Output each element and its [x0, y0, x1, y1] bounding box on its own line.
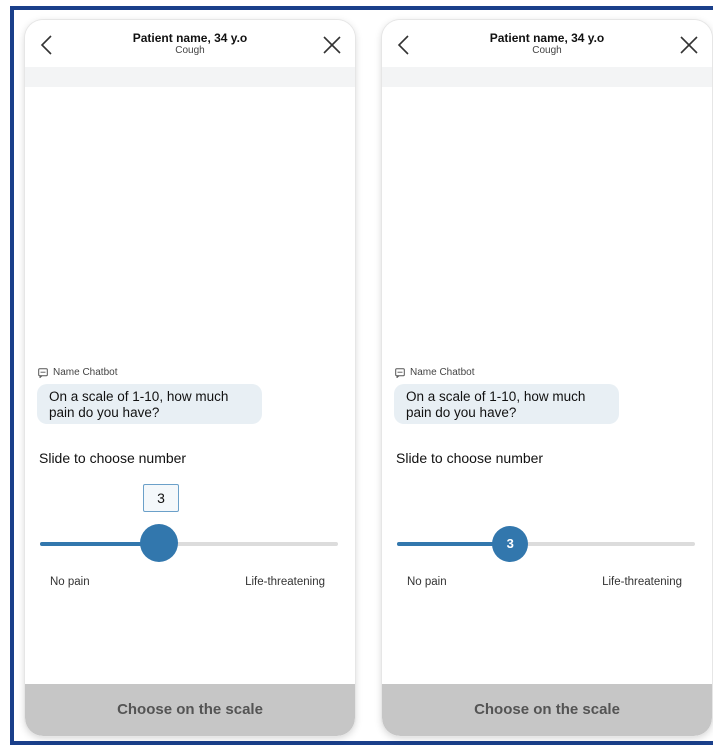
slider-track[interactable]: [397, 542, 695, 546]
back-button[interactable]: [394, 34, 414, 56]
slider-prompt: Slide to choose number: [39, 450, 187, 466]
header-bar: Patient name, 34 y.o Cough: [25, 20, 355, 66]
chat-sender-name: Name Chatbot: [410, 367, 475, 378]
close-button[interactable]: [321, 34, 343, 56]
header-bar: Patient name, 34 y.o Cough: [382, 20, 712, 66]
scale-max-label: Life-threatening: [245, 576, 325, 588]
scale-min-label: No pain: [407, 576, 447, 588]
patient-subtitle: Cough: [175, 45, 205, 56]
chat-sender: Name Chatbot: [395, 367, 474, 378]
back-button[interactable]: [37, 34, 57, 56]
slider-track[interactable]: [40, 542, 338, 546]
chevron-left-icon: [40, 35, 52, 55]
scale-min-label: No pain: [50, 576, 90, 588]
close-button[interactable]: [678, 34, 700, 56]
chatbot-icon: [395, 367, 405, 378]
chat-bubble: On a scale of 1-10, how much pain do you…: [37, 384, 262, 424]
header-band: [25, 67, 355, 87]
chat-sender-name: Name Chatbot: [53, 367, 118, 378]
patient-title: Patient name, 34 y.o: [489, 31, 605, 45]
chat-bubble: On a scale of 1-10, how much pain do you…: [394, 384, 619, 424]
slider-thumb[interactable]: 3: [492, 526, 529, 562]
header-title-group: Patient name, 34 y.o Cough: [85, 31, 295, 57]
slider-value-box: 3: [143, 484, 179, 512]
chat-sender: Name Chatbot: [38, 367, 117, 378]
chevron-left-icon: [397, 35, 409, 55]
patient-title: Patient name, 34 y.o: [132, 31, 248, 45]
chatbot-icon: [38, 367, 48, 378]
slider-thumb[interactable]: [140, 524, 179, 562]
scale-max-label: Life-threatening: [602, 576, 682, 588]
choose-on-scale-button[interactable]: Choose on the scale: [25, 684, 355, 736]
header-band: [382, 67, 712, 87]
close-icon: [323, 36, 341, 54]
close-icon: [680, 36, 698, 54]
patient-subtitle: Cough: [532, 45, 562, 56]
header-title-group: Patient name, 34 y.o Cough: [442, 31, 652, 57]
phone-screen-right: Patient name, 34 y.o Cough Name Chatbot …: [382, 20, 712, 736]
phone-screen-left: Patient name, 34 y.o Cough Name Chatbot …: [25, 20, 355, 736]
choose-on-scale-button[interactable]: Choose on the scale: [382, 684, 712, 736]
slider-prompt: Slide to choose number: [396, 450, 544, 466]
